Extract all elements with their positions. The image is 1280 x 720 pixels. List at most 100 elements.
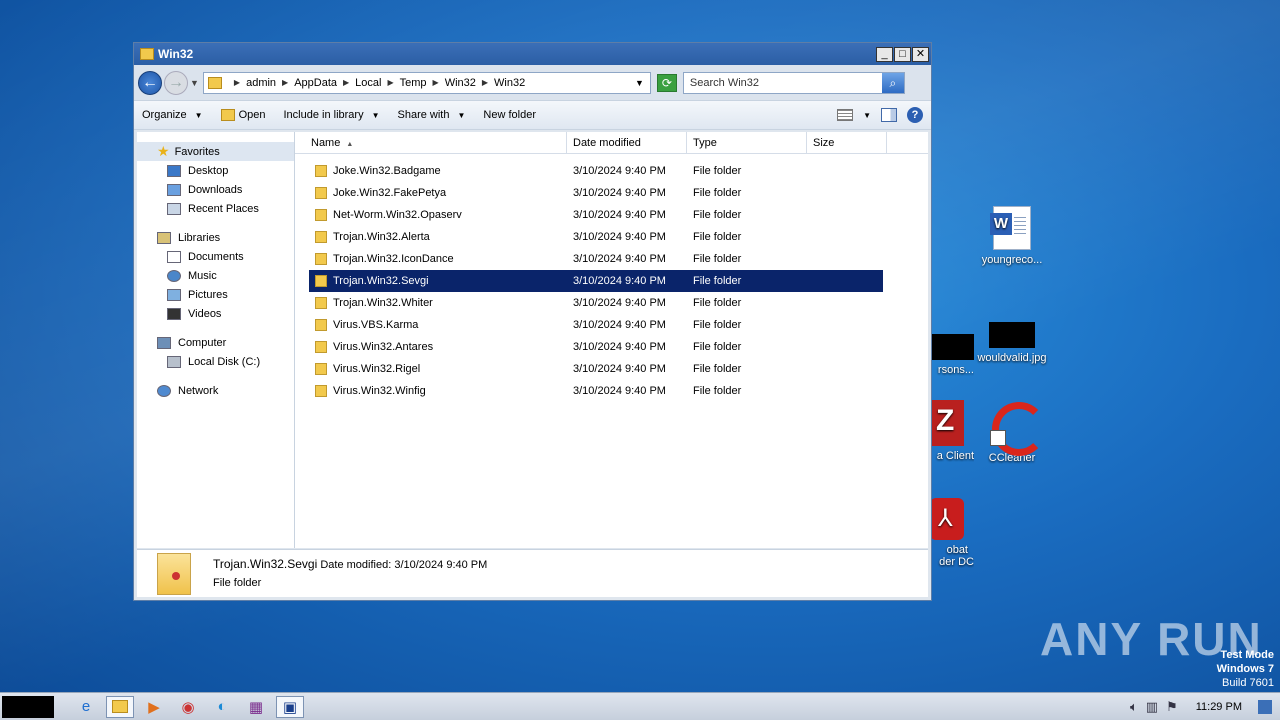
maximize-button[interactable]: □ bbox=[894, 46, 911, 62]
desktop-icon-ccleaner[interactable]: CCleaner bbox=[972, 400, 1052, 464]
clock[interactable]: 11:29 PM bbox=[1196, 701, 1242, 713]
network-tray-icon[interactable]: ▥ bbox=[1146, 699, 1158, 715]
nav-downloads[interactable]: Downloads bbox=[137, 180, 294, 199]
explorer-body: ★ Favorites Desktop Downloads Recent Pla… bbox=[137, 132, 928, 548]
chevron-right-icon[interactable]: ▶ bbox=[387, 78, 393, 87]
column-header-date[interactable]: Date modified bbox=[567, 132, 687, 153]
media-player-icon[interactable]: ▶ bbox=[140, 696, 168, 718]
breadcrumb-win32[interactable]: Win32 bbox=[445, 77, 476, 89]
chevron-right-icon[interactable]: ▶ bbox=[234, 78, 240, 87]
test-mode-line1: Test Mode bbox=[1220, 649, 1274, 661]
file-row[interactable]: Trojan.Win32.Whiter 3/10/2024 9:40 PM File… bbox=[309, 292, 883, 314]
nav-videos[interactable]: Videos bbox=[137, 304, 294, 323]
column-header-name[interactable]: Name ▲ bbox=[295, 132, 567, 153]
forward-button[interactable]: → bbox=[164, 70, 188, 95]
refresh-button[interactable]: ⟳ bbox=[656, 73, 677, 92]
file-row[interactable]: Virus.VBS.Karma 3/10/2024 9:40 PM File fol… bbox=[309, 314, 883, 336]
share-with-button[interactable]: Share with ▼ bbox=[398, 109, 466, 121]
computer-icon bbox=[157, 336, 171, 349]
column-header-size[interactable]: Size bbox=[807, 132, 887, 153]
include-in-library-button[interactable]: Include in library ▼ bbox=[283, 109, 379, 121]
breadcrumb-temp[interactable]: Temp bbox=[400, 77, 427, 89]
recent-pages-dropdown-icon[interactable]: ▼ bbox=[190, 78, 199, 88]
show-desktop-icon[interactable] bbox=[1258, 699, 1272, 714]
address-bar[interactable]: ▶ admin ▶ AppData ▶ Local ▶ Temp ▶ Win32… bbox=[202, 71, 651, 94]
title-bar[interactable]: Win32 _ □ ✕ bbox=[134, 43, 931, 65]
nav-network[interactable]: Network bbox=[137, 381, 294, 400]
desktop-icon-wouldvalid[interactable]: wouldvalid.jpg bbox=[972, 310, 1052, 364]
help-icon[interactable]: ? bbox=[907, 107, 923, 123]
nav-label: Libraries bbox=[178, 231, 221, 244]
start-button[interactable] bbox=[2, 695, 54, 718]
view-dropdown-icon[interactable]: ▼ bbox=[863, 111, 871, 120]
nav-desktop[interactable]: Desktop bbox=[137, 161, 294, 180]
back-button[interactable]: ← bbox=[138, 70, 162, 95]
chrome-icon[interactable]: ◉ bbox=[174, 696, 202, 718]
minimize-button[interactable]: _ bbox=[876, 46, 893, 62]
file-row[interactable]: Joke.Win32.FakePetya 3/10/2024 9:40 PM Fil… bbox=[309, 182, 883, 204]
explorer-taskbar-icon[interactable] bbox=[106, 695, 134, 718]
edge-icon[interactable]: ◐ bbox=[208, 696, 236, 718]
dropdown-arrow-icon: ▼ bbox=[457, 110, 466, 120]
documents-icon bbox=[167, 250, 181, 263]
file-name: Virus.Win32.Rigel bbox=[333, 363, 421, 375]
chevron-right-icon[interactable]: ▶ bbox=[282, 78, 288, 87]
ccleaner-icon bbox=[988, 400, 1046, 456]
organize-button[interactable]: Organize ▼ bbox=[142, 109, 203, 121]
desktop-icon-label: youngreco... bbox=[981, 254, 1043, 266]
breadcrumb-admin[interactable]: admin bbox=[246, 77, 276, 89]
column-header-type[interactable]: Type bbox=[687, 132, 807, 153]
flag-icon[interactable]: ⚑ bbox=[1166, 699, 1178, 715]
details-type: File folder bbox=[213, 577, 262, 589]
nav-pictures[interactable]: Pictures bbox=[137, 285, 294, 304]
organize-label: Organize bbox=[142, 109, 187, 121]
test-mode-line2: Windows 7 bbox=[1216, 663, 1274, 675]
breadcrumb-win32-current[interactable]: Win32 bbox=[494, 77, 525, 89]
search-box[interactable]: Search Win32 ⌕ bbox=[682, 71, 905, 94]
new-folder-button[interactable]: New folder bbox=[483, 109, 536, 121]
breadcrumb-local[interactable]: Local bbox=[355, 77, 381, 89]
breadcrumb-appdata[interactable]: AppData bbox=[294, 77, 337, 89]
file-row[interactable]: Trojan.Win32.Sevgi 3/10/2024 9:40 PM File … bbox=[309, 270, 883, 292]
chevron-right-icon[interactable]: ▶ bbox=[482, 78, 488, 87]
chevron-right-icon[interactable]: ▶ bbox=[343, 78, 349, 87]
file-row[interactable]: Trojan.Win32.IconDance 3/10/2024 9:40 PM F… bbox=[309, 248, 883, 270]
file-name: Trojan.Win32.IconDance bbox=[333, 253, 454, 265]
file-row[interactable]: Virus.Win32.Antares 3/10/2024 9:40 PM File… bbox=[309, 336, 883, 358]
file-row[interactable]: Net-Worm.Win32.Opaserv 3/10/2024 9:40 PM F… bbox=[309, 204, 883, 226]
file-row[interactable]: Virus.Win32.Winfig 3/10/2024 9:40 PM File … bbox=[309, 380, 883, 402]
volume-icon[interactable]: 🔈︎ bbox=[1130, 699, 1138, 715]
nav-local-disk[interactable]: Local Disk (C:) bbox=[137, 352, 294, 371]
file-row[interactable]: Trojan.Win32.Alerta 3/10/2024 9:40 PM File… bbox=[309, 226, 883, 248]
nav-label: Pictures bbox=[188, 288, 228, 301]
chevron-right-icon[interactable]: ▶ bbox=[433, 78, 439, 87]
nav-computer[interactable]: Computer bbox=[137, 333, 294, 352]
nav-music[interactable]: Music bbox=[137, 266, 294, 285]
internet-explorer-icon[interactable]: e bbox=[72, 696, 100, 718]
winrar-icon[interactable]: ▦ bbox=[242, 696, 270, 718]
change-view-icon[interactable] bbox=[837, 109, 854, 121]
file-date: 3/10/2024 9:40 PM bbox=[573, 187, 666, 199]
file-type: File folder bbox=[693, 385, 742, 397]
nav-documents[interactable]: Documents bbox=[137, 247, 294, 266]
file-row[interactable]: Joke.Win32.Badgame 3/10/2024 9:40 PM File … bbox=[309, 160, 883, 182]
search-input[interactable]: Search Win32 bbox=[690, 77, 759, 89]
close-button[interactable]: ✕ bbox=[912, 46, 929, 62]
file-type: File folder bbox=[693, 187, 742, 199]
preview-pane-icon[interactable] bbox=[881, 108, 897, 122]
nav-label: Network bbox=[178, 384, 219, 397]
address-dropdown-icon[interactable]: ▼ bbox=[635, 78, 644, 88]
nav-label: Recent Places bbox=[188, 202, 259, 215]
desktop-icon-word-doc[interactable]: youngreco... bbox=[972, 204, 1052, 266]
file-row[interactable]: Virus.Win32.Rigel 3/10/2024 9:40 PM File f… bbox=[309, 358, 883, 380]
nav-libraries[interactable]: Libraries bbox=[137, 228, 294, 247]
app-taskbar-icon[interactable]: ▣ bbox=[276, 695, 304, 718]
filezilla-icon bbox=[930, 400, 964, 446]
search-icon[interactable]: ⌕ bbox=[881, 72, 904, 93]
open-button[interactable]: Open bbox=[220, 109, 265, 121]
nav-recent-places[interactable]: Recent Places bbox=[137, 199, 294, 218]
nav-favorites[interactable]: ★ Favorites bbox=[137, 142, 294, 161]
folder-icon bbox=[315, 253, 327, 265]
file-type: File folder bbox=[693, 253, 742, 265]
folder-icon bbox=[315, 385, 327, 397]
